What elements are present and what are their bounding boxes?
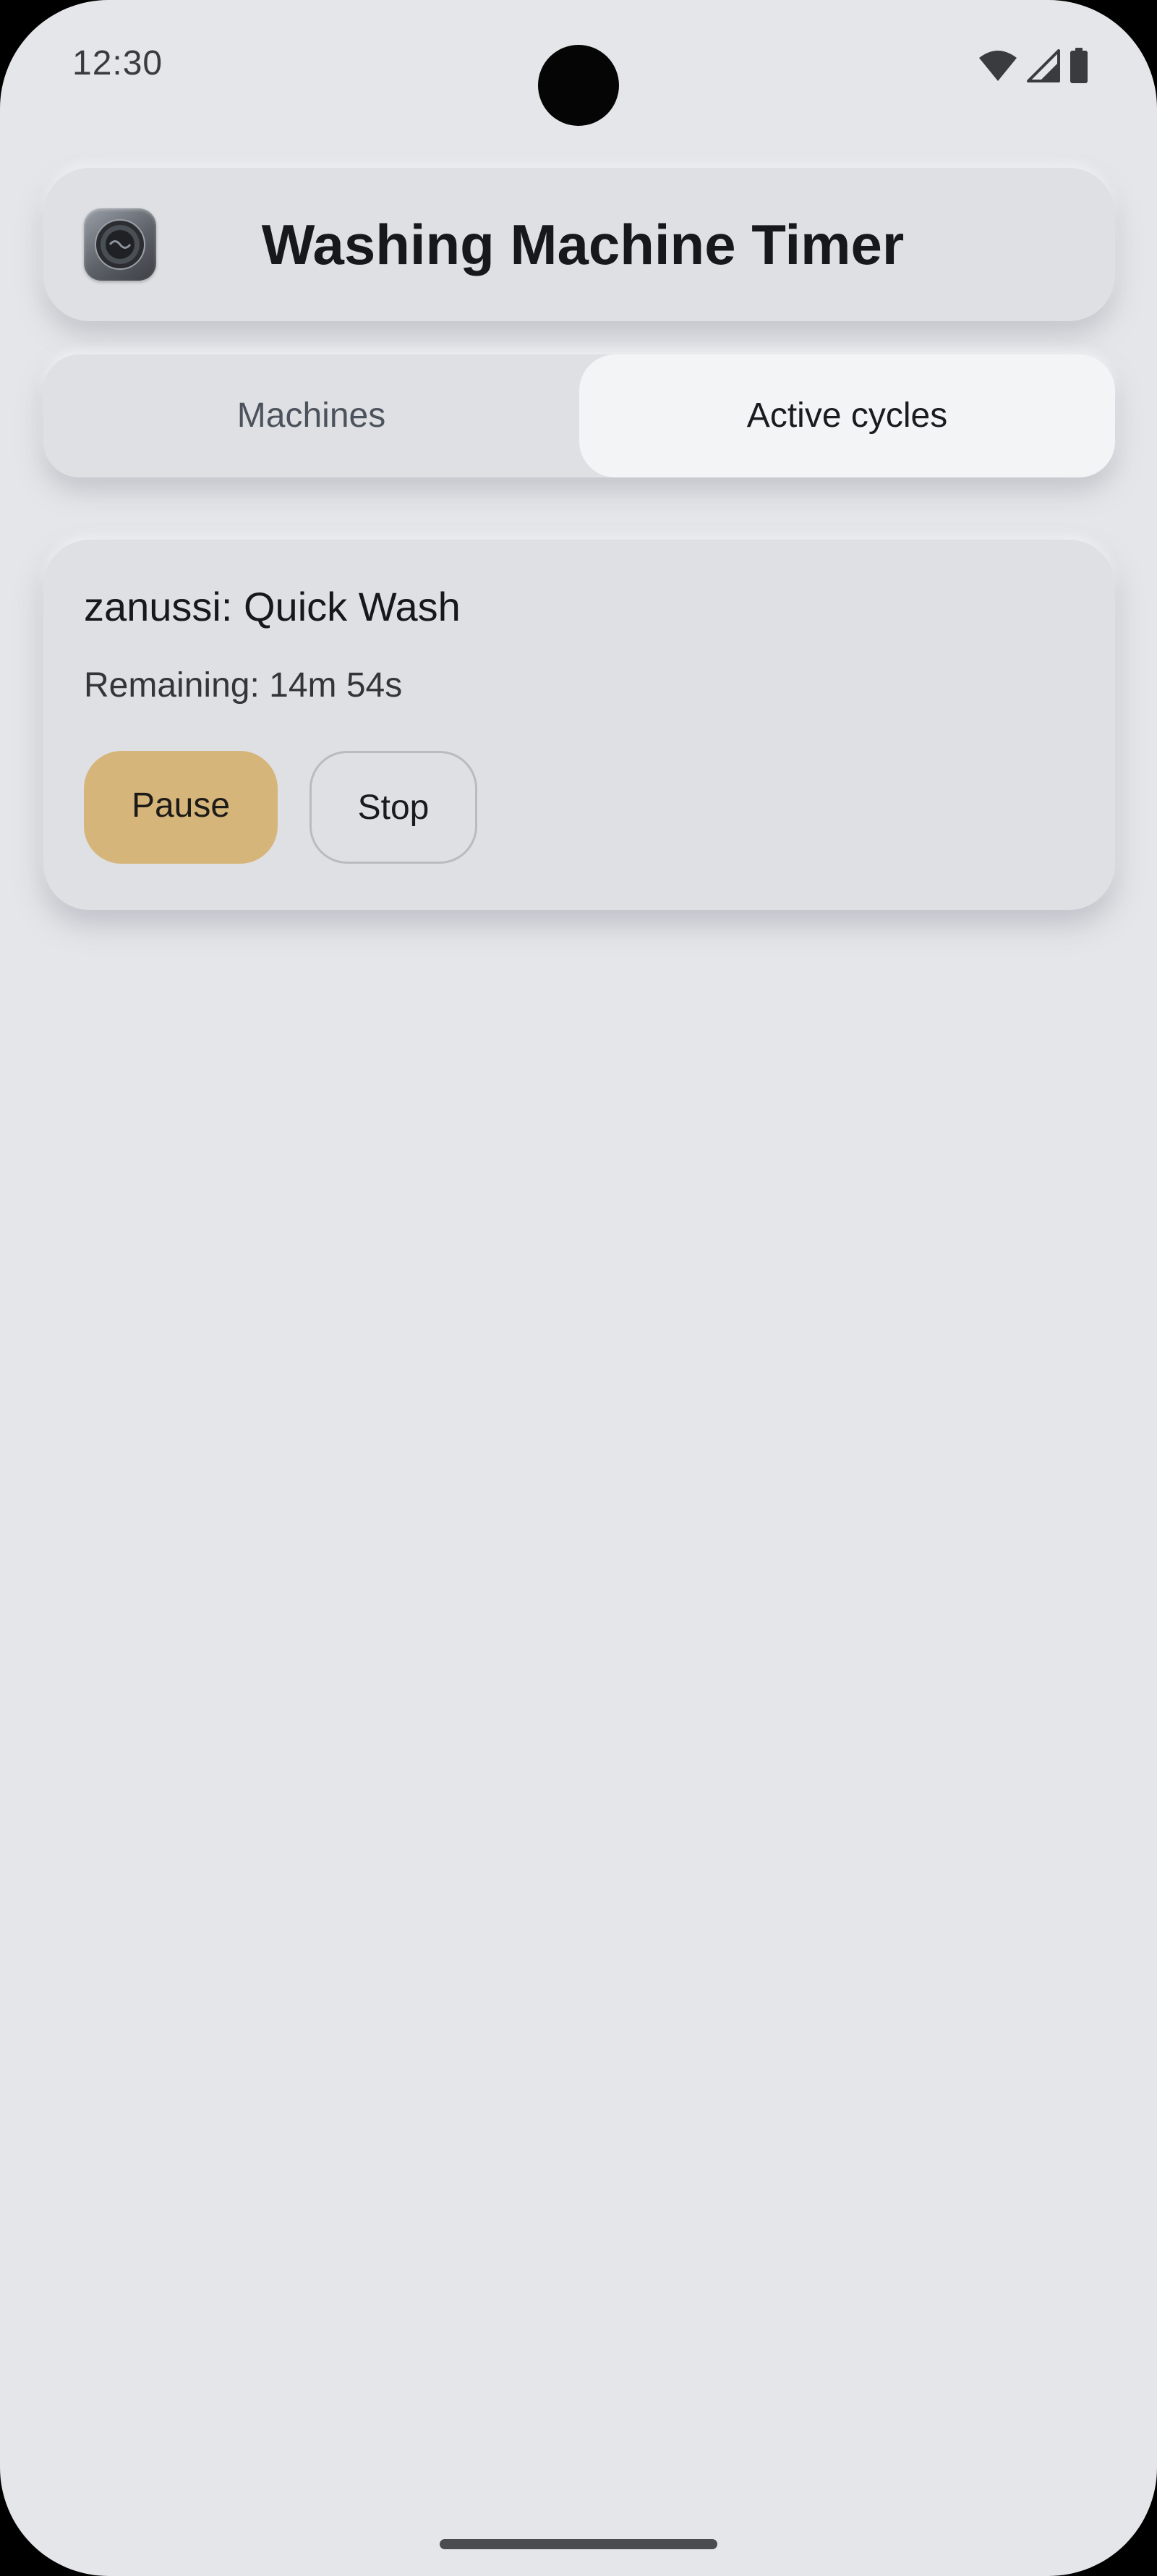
- cell-signal-icon: [1027, 49, 1060, 82]
- active-cycle-card: zanussi: Quick Wash Remaining: 14m 54s P…: [43, 540, 1115, 910]
- tab-bar: Machines Active cycles: [43, 354, 1115, 477]
- app-title: Washing Machine Timer: [261, 213, 905, 276]
- stop-button[interactable]: Stop: [309, 751, 477, 864]
- tab-machines[interactable]: Machines: [43, 354, 579, 477]
- battery-icon: [1070, 48, 1088, 83]
- pause-button[interactable]: Pause: [84, 751, 278, 864]
- status-time: 12:30: [72, 44, 163, 82]
- wifi-icon: [979, 51, 1017, 81]
- cycle-title: zanussi: Quick Wash: [84, 584, 461, 629]
- phone-screen: 12:30 Washing Machine Timer Machines Act…: [0, 0, 1157, 2576]
- cycle-remaining-time: Remaining: 14m 54s: [84, 666, 403, 705]
- app-header: Washing Machine Timer: [43, 168, 1115, 321]
- status-icons: [978, 48, 1089, 84]
- front-camera: [538, 45, 619, 126]
- tab-active-cycles[interactable]: Active cycles: [579, 354, 1115, 477]
- home-gesture-bar[interactable]: [440, 2539, 717, 2549]
